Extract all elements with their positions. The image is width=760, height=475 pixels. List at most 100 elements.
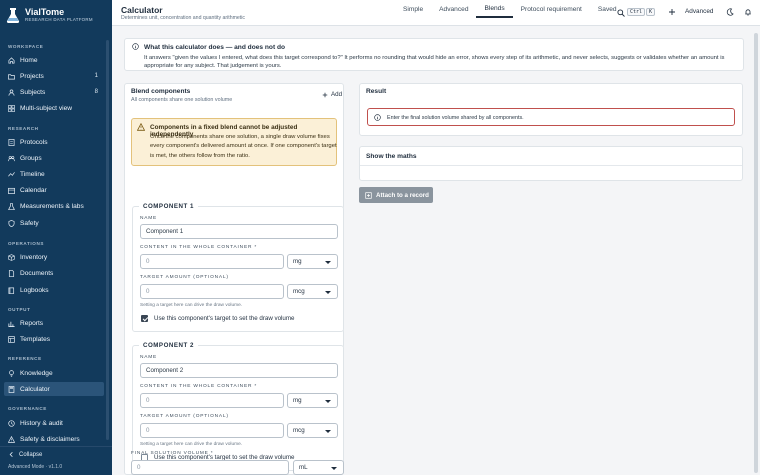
- document-icon: [8, 269, 15, 277]
- content-amount-input[interactable]: 0: [140, 254, 284, 269]
- use-target-checkbox[interactable]: [141, 315, 148, 322]
- content-scrollbar[interactable]: [754, 33, 758, 473]
- info-card: What this calculator does — and does not…: [124, 38, 744, 71]
- info-icon: [132, 43, 139, 50]
- collapse-label: Collapse: [19, 451, 43, 458]
- content-unit-select[interactable]: mg: [287, 254, 338, 269]
- plus-icon: [322, 92, 328, 97]
- target-unit-select[interactable]: mcg: [287, 284, 338, 299]
- add-component-button[interactable]: Add: [322, 91, 342, 98]
- sidebar-scrollbar[interactable]: [106, 40, 109, 440]
- sidebar-item-safety-disclaimers[interactable]: Safety & disclaimers: [4, 432, 104, 446]
- timeline-icon: [8, 171, 15, 176]
- component-name-input[interactable]: Component 1: [140, 224, 338, 239]
- show-maths-panel[interactable]: Show the maths: [359, 146, 743, 181]
- sidebar-item-templates[interactable]: Templates: [4, 332, 104, 346]
- content-unit-select[interactable]: mg: [287, 393, 338, 408]
- use-target-row[interactable]: Use this component's target to set the d…: [141, 315, 294, 322]
- search-icon[interactable]: [617, 9, 625, 17]
- show-maths-title[interactable]: Show the maths: [366, 153, 417, 160]
- section-research: RESEARCH: [8, 126, 39, 131]
- sidebar-item-safety[interactable]: Safety: [4, 216, 104, 230]
- sidebar-item-label: Multi-subject view: [20, 104, 73, 112]
- sidebar-item-home[interactable]: Home: [4, 53, 104, 67]
- sidebar-item-multi-subject-view[interactable]: Multi-subject view: [4, 101, 104, 115]
- sidebar-item-label: Measurements & labs: [20, 202, 84, 210]
- page-title: Calculator: [121, 5, 163, 15]
- mode-toggle-button[interactable]: Advanced: [685, 8, 713, 15]
- sidebar-item-logbooks[interactable]: Logbooks: [4, 283, 104, 297]
- result-note-text: Enter the final solution volume shared b…: [387, 115, 524, 121]
- notifications-icon[interactable]: [744, 8, 752, 16]
- box-icon: [8, 253, 15, 261]
- alert-icon: [8, 435, 15, 443]
- target-amount-input[interactable]: 0: [140, 284, 284, 299]
- calculator-tabs: Simple Advanced Blends Protocol requirem…: [395, 0, 625, 18]
- sidebar-item-reports[interactable]: Reports: [4, 316, 104, 330]
- tab-protocol-requirement[interactable]: Protocol requirement: [513, 0, 590, 18]
- target-label: TARGET AMOUNT (OPTIONAL): [140, 414, 229, 419]
- sidebar-item-protocols[interactable]: Protocols: [4, 135, 104, 149]
- content-amount-input[interactable]: 0: [140, 393, 284, 408]
- final-volume-input[interactable]: 0: [131, 460, 289, 475]
- sidebar-item-label: Protocols: [20, 138, 48, 146]
- brand[interactable]: VialTome RESEARCH DATA PLATFORM: [6, 7, 93, 23]
- sidebar-item-label: Calculator: [20, 385, 50, 393]
- chevron-down-icon: [325, 430, 331, 433]
- tab-simple[interactable]: Simple: [395, 0, 431, 18]
- info-text: It answers "given the values I entered, …: [144, 55, 725, 70]
- warning-text: Once the components share one solution, …: [150, 134, 337, 159]
- section-reference: REFERENCE: [8, 356, 42, 361]
- sidebar-item-history-audit[interactable]: History & audit: [4, 416, 104, 430]
- groups-icon: [8, 155, 15, 161]
- sidebar-footer: Collapse Advanced Mode · v1.1.0: [0, 446, 112, 475]
- blend-components-panel: Blend components All components share on…: [124, 83, 344, 475]
- sidebar-item-label: Calendar: [20, 186, 47, 194]
- final-volume-unit-select[interactable]: mL: [293, 460, 344, 475]
- final-volume-unit-value: mL: [299, 464, 308, 471]
- sidebar-item-calendar[interactable]: Calendar: [4, 183, 104, 197]
- version-label: Advanced Mode · v1.1.0: [8, 464, 63, 470]
- sidebar-item-knowledge[interactable]: Knowledge: [4, 366, 104, 380]
- collapse-button[interactable]: Collapse: [8, 451, 42, 458]
- grid-icon: [8, 104, 15, 112]
- section-governance: GOVERNANCE: [8, 406, 47, 411]
- bulb-icon: [9, 369, 14, 377]
- sidebar-item-measurements-labs[interactable]: Measurements & labs: [4, 199, 104, 213]
- tab-blends[interactable]: Blends: [476, 0, 513, 18]
- sidebar-item-label: Subjects: [20, 88, 46, 96]
- sidebar-item-documents[interactable]: Documents: [4, 266, 104, 280]
- sidebar-item-calculator[interactable]: Calculator: [4, 382, 104, 396]
- final-volume-label: FINAL SOLUTION VOLUME *: [131, 451, 214, 456]
- sidebar-item-label: History & audit: [20, 419, 63, 427]
- collapse-icon: [9, 452, 13, 457]
- flask-icon: [8, 202, 15, 210]
- logo-icon: [6, 8, 20, 23]
- sidebar-item-timeline[interactable]: Timeline: [4, 167, 104, 181]
- sidebar-item-groups[interactable]: Groups: [4, 151, 104, 165]
- sidebar-item-label: Documents: [20, 269, 54, 277]
- new-item-icon[interactable]: [668, 8, 676, 16]
- content-unit-value: mg: [293, 397, 302, 404]
- content-label: CONTENT IN THE WHOLE CONTAINER *: [140, 384, 258, 389]
- page-subtitle: Determines unit, concentration and quant…: [121, 15, 245, 21]
- sidebar-item-projects[interactable]: Projects 1: [4, 69, 104, 83]
- tab-advanced[interactable]: Advanced: [431, 0, 476, 18]
- use-target-label: Use this component's target to set the d…: [154, 315, 295, 322]
- sidebar-item-subjects[interactable]: Subjects 8: [4, 85, 104, 99]
- component-name-input[interactable]: Component 2: [140, 363, 338, 378]
- target-unit-value: mcg: [293, 427, 305, 434]
- sidebar-item-label: Knowledge: [20, 369, 53, 377]
- sidebar-item-label: Templates: [20, 335, 51, 343]
- target-amount-input[interactable]: 0: [140, 423, 284, 438]
- target-unit-select[interactable]: mcg: [287, 423, 338, 438]
- chevron-down-icon: [325, 400, 331, 403]
- shortcut-ctrl-key: Ctrl: [627, 8, 646, 16]
- attach-record-button[interactable]: Attach to a record: [359, 187, 433, 203]
- template-icon: [8, 335, 15, 343]
- name-label: NAME: [140, 216, 158, 221]
- sidebar-item-inventory[interactable]: Inventory: [4, 250, 104, 264]
- theme-toggle-icon[interactable]: [726, 8, 734, 16]
- target-hint: Setting a target here can drive the draw…: [140, 442, 243, 447]
- sidebar-item-label: Inventory: [20, 253, 48, 261]
